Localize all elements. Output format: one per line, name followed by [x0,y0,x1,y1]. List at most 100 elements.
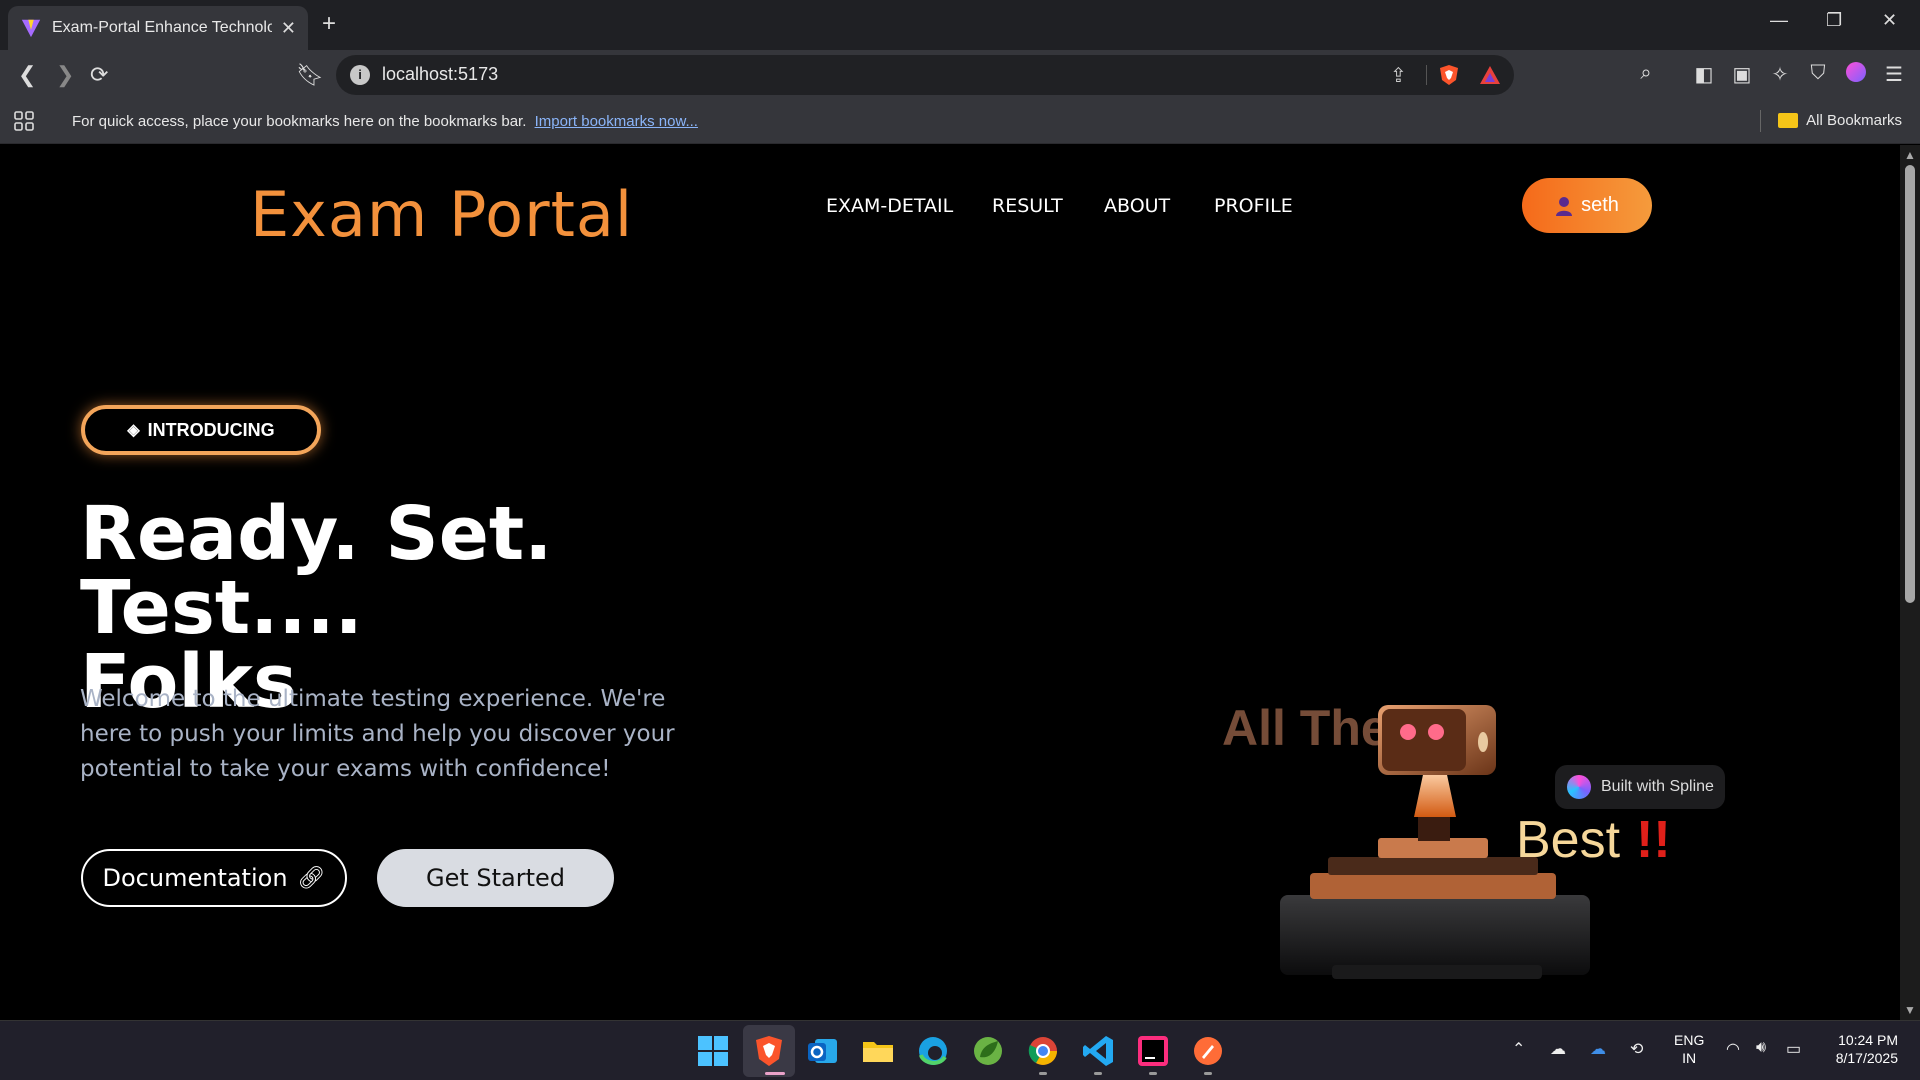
diamond-icon: ◈ [127,422,140,439]
scrollbar-thumb[interactable] [1905,165,1915,603]
nav-result[interactable]: RESULT [992,195,1063,217]
app-running-indicator [1039,1072,1047,1075]
introducing-badge: ◈ INTRODUCING [81,405,321,455]
documentation-label: Documentation [102,864,288,892]
reload-icon[interactable]: ⟳ [90,62,108,88]
edge-icon[interactable] [915,1033,951,1069]
chrome-icon[interactable] [1025,1033,1061,1069]
bookmark-icon[interactable]: 🔖︎ [296,62,324,88]
badge-label: INTRODUCING [147,419,275,440]
robot-ear [1478,732,1488,752]
robot-eye-left [1400,724,1416,740]
link-icon: 🔗︎ [297,865,326,891]
clock-date: 8/17/2025 [1835,1050,1898,1066]
browser-titlebar: Exam-Portal Enhance Technologi ✕ + — ❐ ✕ [0,0,1920,50]
url-text[interactable]: localhost:5173 [382,64,498,85]
scroll-up-icon[interactable]: ▲ [1904,148,1916,162]
exclamation-text: !! [1636,811,1671,869]
spline-badge-label: Built with Spline [1601,778,1714,795]
wifi-icon[interactable]: ◠ [1726,1039,1740,1059]
bookmarks-message-text: For quick access, place your bookmarks h… [72,113,527,130]
omnibox-divider [1426,65,1427,85]
bookmarks-divider [1760,110,1761,132]
menu-icon[interactable]: ☰ [1882,62,1906,86]
new-tab-button[interactable]: + [322,10,336,38]
vscode-icon[interactable] [1080,1033,1116,1069]
get-started-button[interactable]: Get Started [377,849,614,907]
folder-icon [1778,113,1799,128]
nav-exam-detail[interactable]: EXAM-DETAIL [826,195,953,217]
profile-icon[interactable] [1844,62,1868,86]
sidebar-icon[interactable]: ◧ [1692,62,1716,86]
active-app-indicator [765,1072,785,1075]
all-the-text: All The [1222,700,1389,756]
brave-shield-icon[interactable] [1438,64,1460,86]
app-running-indicator [1094,1072,1102,1075]
all-bookmarks-button[interactable]: All Bookmarks [1778,112,1902,129]
outlook-icon[interactable] [805,1033,841,1069]
robot-face [1382,709,1466,771]
address-bar[interactable]: i localhost:5173 ⇪ [336,55,1514,95]
minimize-icon[interactable]: — [1770,10,1788,31]
all-bookmarks-label: All Bookmarks [1806,112,1902,129]
hero-subtitle: Welcome to the ultimate testing experien… [80,686,675,782]
postman-icon[interactable] [1190,1033,1226,1069]
page-scrollbar[interactable]: ▲ ▼ [1900,145,1920,1020]
built-with-spline-badge[interactable]: Built with Spline [1555,765,1725,809]
robot-cone [1414,770,1456,817]
share-icon[interactable]: ⇪ [1390,63,1407,88]
robot-eye-right [1428,724,1444,740]
app-running-indicator [1204,1072,1212,1075]
user-name: seth [1581,194,1619,216]
onedrive-icon[interactable]: ☁ [1550,1039,1566,1059]
nav-profile[interactable]: PROFILE [1214,195,1293,217]
user-button[interactable]: seth [1522,178,1652,233]
robot-base-step [1328,857,1538,875]
site-info-icon[interactable]: i [350,65,370,85]
leo-ai-icon[interactable]: ✧ [1768,62,1792,86]
windows-taskbar: ⌃ ☁ ☁ ⟲ ENG IN ◠ 🔊︎ ▭ 10:24 PM 8/17/2025 [0,1020,1920,1080]
apps-grid-icon[interactable] [13,110,35,132]
site-logo[interactable]: Exam Portal [250,178,633,251]
browser-tab[interactable]: Exam-Portal Enhance Technologi ✕ [8,6,308,50]
get-started-label: Get Started [425,864,566,892]
app-running-indicator [1149,1072,1157,1075]
robot-base-plate [1310,873,1556,899]
back-icon[interactable]: ❮ [18,62,36,88]
sync-icon[interactable]: ⟲ [1630,1039,1643,1059]
user-icon [1556,196,1573,216]
restore-icon[interactable]: ❐ [1826,10,1842,31]
language-code: ENG [1674,1032,1705,1048]
web-page: Exam Portal EXAM-DETAIL RESULT ABOUT PRO… [0,145,1900,1020]
brave-rewards-icon[interactable] [1479,65,1501,85]
windows-start-icon[interactable] [695,1033,731,1069]
page-search-icon[interactable]: ⌕ [1634,62,1658,86]
system-clock[interactable]: 10:24 PM 8/17/2025 [1822,1031,1898,1067]
window-close-icon[interactable]: ✕ [1882,10,1897,31]
best-text: Best [1516,811,1621,869]
scroll-down-icon[interactable]: ▼ [1904,1003,1916,1017]
forward-icon[interactable]: ❯ [56,62,74,88]
documentation-button[interactable]: Documentation 🔗︎ [81,849,347,907]
region-code: IN [1682,1050,1697,1066]
vpn-icon[interactable]: ⛉ [1806,62,1830,86]
tab-close-icon[interactable]: ✕ [281,18,296,39]
hero-title-line1: Ready. Set. Test.... [80,491,553,651]
onedrive-business-icon[interactable]: ☁ [1590,1039,1606,1059]
volume-icon[interactable]: 🔊︎ [1756,1039,1766,1057]
spline-logo-icon [1567,775,1591,799]
wallet-icon[interactable]: ▣ [1730,62,1754,86]
spring-tool-icon[interactable] [970,1033,1006,1069]
robot-neck [1418,815,1450,841]
file-explorer-icon[interactable] [860,1033,896,1069]
show-hidden-icons-icon[interactable]: ⌃ [1512,1039,1525,1059]
intellij-icon[interactable] [1135,1033,1171,1069]
robot-base-bottom [1332,965,1542,979]
brave-browser-icon[interactable] [751,1033,787,1069]
battery-icon[interactable]: ▭ [1786,1039,1801,1059]
nav-about[interactable]: ABOUT [1104,195,1170,217]
language-indicator[interactable]: ENG IN [1674,1031,1704,1067]
tab-title: Exam-Portal Enhance Technologi [52,19,272,36]
clock-time: 10:24 PM [1838,1032,1898,1048]
import-bookmarks-link[interactable]: Import bookmarks now... [535,113,698,130]
